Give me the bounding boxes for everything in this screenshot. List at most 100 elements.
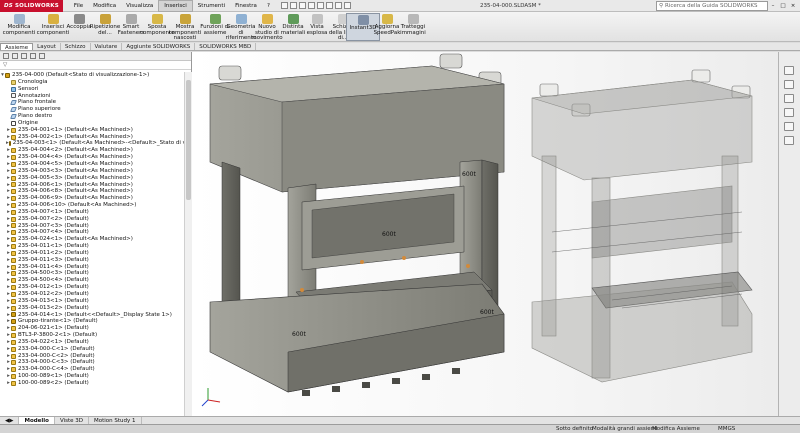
- tree-item[interactable]: ▸ Gruppo-tirante<1> (Default): [0, 318, 184, 325]
- tree-item[interactable]: ▸ 235-04-011<3> (Default): [0, 257, 184, 264]
- tree-item[interactable]: ▸ 100-00-089<1> (Default): [0, 373, 184, 380]
- tree-filter[interactable]: ▽: [0, 61, 191, 70]
- tree-item[interactable]: ▸ 235-04-003<1> (Default<As Machined>-<De…: [0, 140, 184, 147]
- tree-item[interactable]: ▸ 235-04-004<5> (Default<As Machined>): [0, 161, 184, 168]
- tab-mbd[interactable]: SOLIDWORKS MBD: [195, 43, 257, 50]
- display-manager-tab-icon[interactable]: [39, 53, 45, 59]
- close-icon[interactable]: ×: [788, 0, 798, 12]
- menu-strumenti[interactable]: Strumenti: [193, 0, 230, 12]
- tree-item[interactable]: ▸ 235-04-500<3> (Default): [0, 270, 184, 277]
- new-icon[interactable]: [280, 2, 288, 9]
- tree-item[interactable]: ▸ 235-04-007<4> (Default): [0, 229, 184, 236]
- print-icon[interactable]: [307, 2, 315, 9]
- take-snapshot-button[interactable]: Tratteggi immagini: [396, 13, 430, 41]
- tab-layout[interactable]: Layout: [33, 43, 61, 50]
- tree-item[interactable]: ▸ 233-04-000-C<3> (Default): [0, 359, 184, 366]
- tree-item[interactable]: Piano frontale: [0, 99, 184, 106]
- status-units[interactable]: MMGS: [718, 425, 735, 433]
- graphics-area[interactable]: 600t 600t 600t 600t: [192, 52, 778, 416]
- tree-item[interactable]: ▸ 235-04-011<4> (Default): [0, 264, 184, 271]
- dimxpert-tab-icon[interactable]: [30, 53, 36, 59]
- select-icon[interactable]: [325, 2, 333, 9]
- tree-item[interactable]: ▸ 235-04-006<9> (Default<As Machined>): [0, 195, 184, 202]
- menu-help[interactable]: ?: [262, 0, 275, 12]
- tree-item[interactable]: ▸ 235-04-012<2> (Default): [0, 291, 184, 298]
- tree-item[interactable]: ▸ 235-04-004<4> (Default<As Machined>): [0, 154, 184, 161]
- tree-item[interactable]: ▸ 235-04-011<1> (Default): [0, 243, 184, 250]
- undo-icon[interactable]: [316, 2, 324, 9]
- tree-item[interactable]: ▸ 235-04-006<1> (Default<As Machined>): [0, 182, 184, 189]
- tab-valutare[interactable]: Valutare: [91, 43, 123, 50]
- tree-item[interactable]: ▸ 235-04-003<3> (Default<As Machined>): [0, 168, 184, 175]
- rebuild-icon[interactable]: [334, 2, 342, 9]
- help-search-input[interactable]: ⚲ Ricerca della Guida SOLIDWORKS: [656, 1, 768, 11]
- menu-modifica[interactable]: Modifica: [88, 0, 121, 12]
- tab-viste-3d[interactable]: Viste 3D: [55, 417, 89, 424]
- menu-file[interactable]: File: [69, 0, 88, 12]
- tree-item[interactable]: ▸ 235-04-007<3> (Default): [0, 223, 184, 230]
- tree-item[interactable]: ▸ 235-04-006<8> (Default<As Machined>): [0, 188, 184, 195]
- save-icon[interactable]: [298, 2, 306, 9]
- tree-item[interactable]: ▸ 235-04-001<1> (Default<As Machined>): [0, 127, 184, 134]
- tree-item[interactable]: ▸ 235-04-005<3> (Default<As Machined>): [0, 175, 184, 182]
- tree-item[interactable]: ▸ 235-04-006<10> (Default<As Machined>): [0, 202, 184, 209]
- restore-icon[interactable]: □: [778, 0, 788, 12]
- tree-root[interactable]: ▾ 235-04-000 (Default<Stato di visualizz…: [0, 72, 184, 79]
- tree-item-label: 235-04-004<5> (Default<As Machined>): [18, 160, 133, 167]
- view-palette-icon[interactable]: [784, 108, 794, 117]
- open-icon[interactable]: [289, 2, 297, 9]
- menu-finestra[interactable]: Finestra: [230, 0, 262, 12]
- configuration-manager-tab-icon[interactable]: [21, 53, 27, 59]
- tree-item[interactable]: Piano destro: [0, 113, 184, 120]
- tree-item[interactable]: ▸ 235-04-014<1> (Default<<Default>_Displa…: [0, 312, 184, 319]
- feature-tree-tab-icon[interactable]: [3, 53, 9, 59]
- solidworks-logo[interactable]: DS SOLIDWORKS: [0, 0, 63, 12]
- menu-visualizza[interactable]: Visualizza: [121, 0, 158, 12]
- tree-item[interactable]: ▸ 235-04-007<2> (Default): [0, 216, 184, 223]
- tab-motion-study[interactable]: Motion Study 1: [89, 417, 142, 424]
- design-library-icon[interactable]: [784, 80, 794, 89]
- tree-item[interactable]: ▸ 235-04-013<2> (Default): [0, 305, 184, 312]
- tree-item[interactable]: ▸ 233-04-000-C<2> (Default): [0, 353, 184, 360]
- options-icon[interactable]: [343, 2, 351, 9]
- press-model-transparent[interactable]: [531, 69, 753, 383]
- custom-properties-icon[interactable]: [784, 136, 794, 145]
- tree-item[interactable]: ▸ 204-06-021<1> (Default): [0, 325, 184, 332]
- tab-modello[interactable]: Modello: [19, 417, 55, 424]
- show-hidden-components-button[interactable]: Mostra componenti nascosti: [168, 13, 202, 41]
- tree-item[interactable]: Annotazioni: [0, 93, 184, 100]
- tree-item[interactable]: ▸ 235-04-500<4> (Default): [0, 277, 184, 284]
- tree-item[interactable]: ▸ 233-04-000-C<1> (Default): [0, 346, 184, 353]
- menu-inserisci[interactable]: Inserisci: [158, 0, 193, 12]
- tree-item[interactable]: Piano superiore: [0, 106, 184, 113]
- scroll-thumb[interactable]: [186, 80, 191, 200]
- minimize-icon[interactable]: –: [768, 0, 778, 12]
- tree-item[interactable]: Sensori: [0, 86, 184, 93]
- tree-item[interactable]: ▸ 100-00-089<2> (Default): [0, 380, 184, 387]
- tree-item[interactable]: ▸ 233-04-000-C<4> (Default): [0, 366, 184, 373]
- tree-item[interactable]: ▸ 235-04-022<1> (Default): [0, 339, 184, 346]
- edit-component-button[interactable]: Modifica componenti: [2, 13, 36, 41]
- tree-item[interactable]: ▸ 235-04-004<2> (Default<As Machined>): [0, 147, 184, 154]
- tree-item[interactable]: ▸ 235-04-013<1> (Default): [0, 298, 184, 305]
- tree-item[interactable]: ▸ BTL3-P-3800-2<1> (Default): [0, 332, 184, 339]
- tree-item[interactable]: ▸ 235-04-024<1> (Default<As Machined>): [0, 236, 184, 243]
- tree-scrollbar[interactable]: [184, 72, 192, 416]
- tree-item[interactable]: ▸ 235-04-002<1> (Default<As Machined>): [0, 134, 184, 141]
- tree-item[interactable]: ▸ 235-04-012<1> (Default): [0, 284, 184, 291]
- tree-item[interactable]: ▸ 235-04-007<1> (Default): [0, 209, 184, 216]
- solidworks-resources-icon[interactable]: [784, 66, 794, 75]
- property-manager-tab-icon[interactable]: [12, 53, 18, 59]
- tab-nav-arrows[interactable]: ◀▶: [0, 417, 20, 424]
- model-viewport[interactable]: 600t 600t 600t 600t: [192, 52, 778, 416]
- file-explorer-icon[interactable]: [784, 94, 794, 103]
- tab-assieme[interactable]: Assieme: [0, 43, 34, 51]
- tab-aggiunte[interactable]: Aggiunte SOLIDWORKS: [122, 43, 196, 50]
- tree-item[interactable]: Cronologia: [0, 79, 184, 86]
- ds-logo-mark: DS: [4, 2, 13, 9]
- press-model-shaded[interactable]: 600t 600t 600t 600t: [209, 53, 505, 396]
- tab-schizzo[interactable]: Schizzo: [61, 43, 91, 50]
- tree-item[interactable]: Origine: [0, 120, 184, 127]
- tree-item[interactable]: ▸ 235-04-011<2> (Default): [0, 250, 184, 257]
- appearances-icon[interactable]: [784, 122, 794, 131]
